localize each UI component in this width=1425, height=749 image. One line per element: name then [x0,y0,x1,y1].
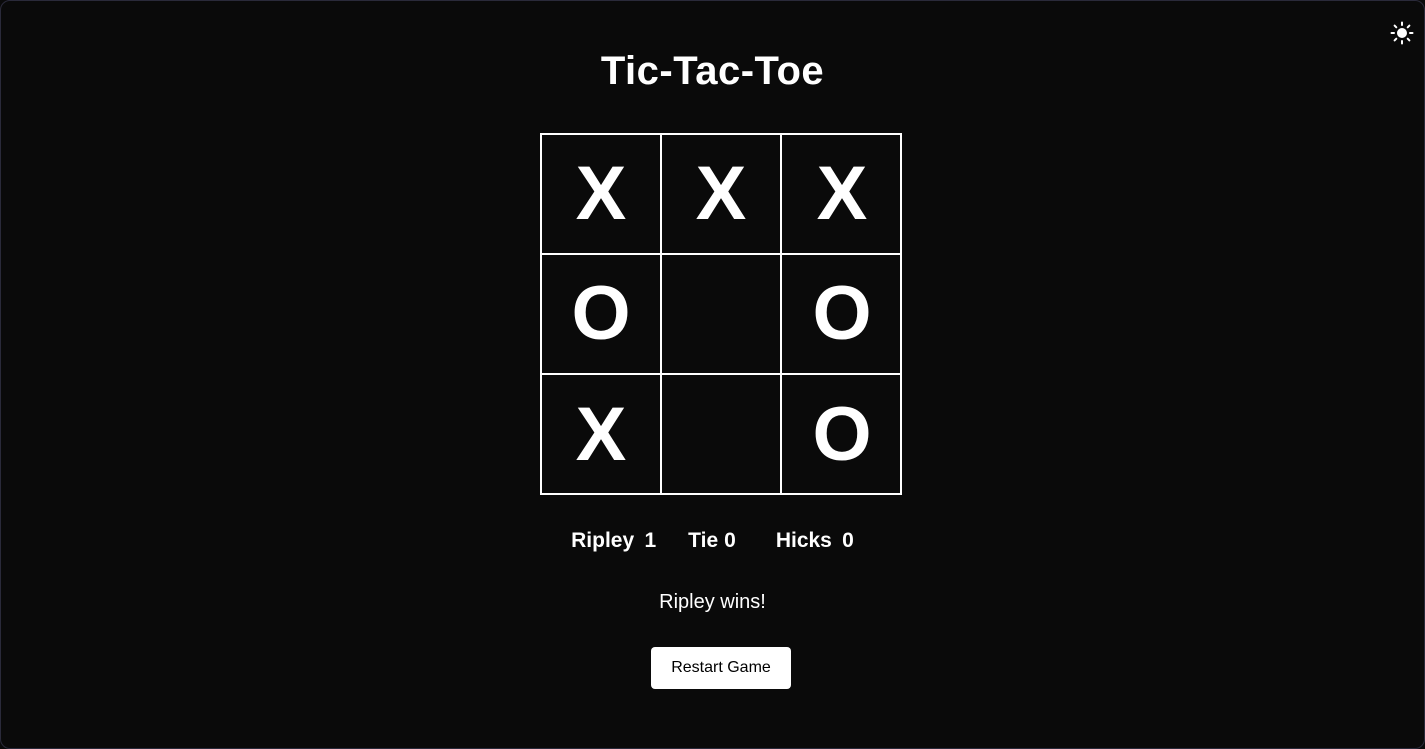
game-status-message: Ripley wins! [659,591,766,613]
restart-game-button[interactable]: Restart Game [651,647,791,689]
score-player2: Hicks 0 [776,527,854,555]
score-player1-name: Ripley [571,529,635,552]
score-tie-value: 0 [724,529,736,552]
score-player1-value: 1 [644,529,657,552]
board-cell-4[interactable]: O [542,255,662,375]
score-player2-value: 0 [842,529,854,552]
board-cell-3[interactable]: X [782,135,902,255]
game-board: X X X O O X O [540,133,902,495]
score-player1: Ripley 1 [571,527,656,555]
board-cell-5[interactable] [662,255,782,375]
sun-icon [1390,21,1414,45]
board-cell-7[interactable]: X [542,375,662,495]
page-title: Tic-Tac-Toe [600,49,825,93]
board-cell-6[interactable]: O [782,255,902,375]
board-cell-1[interactable]: X [542,135,662,255]
score-tie-name: Tie [688,529,719,552]
theme-toggle-button[interactable] [1388,19,1416,47]
score-player2-name: Hicks [775,529,832,552]
scoreboard: Ripley 1 Tie 0 Hicks 0 [1,527,1424,555]
board-cell-9[interactable]: O [782,375,902,495]
app-frame: Tic-Tac-Toe X X X O O X O Ripley 1 Tie 0… [0,0,1425,749]
board-cell-2[interactable]: X [662,135,782,255]
score-tie: Tie 0 [688,527,736,555]
board-cell-8[interactable] [662,375,782,495]
